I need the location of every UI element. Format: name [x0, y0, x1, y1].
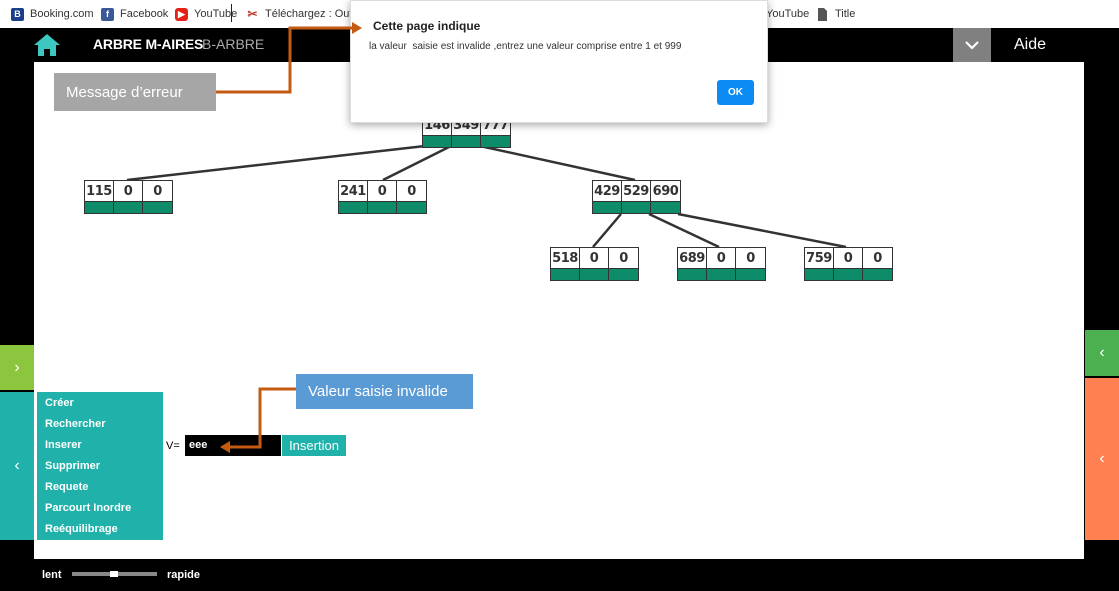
key-value: 529: [622, 181, 650, 202]
callout-invalid-value: Valeur saisie invalide: [296, 374, 473, 409]
key-value: 518: [551, 248, 579, 269]
node-key: 0: [397, 181, 426, 213]
speed-slider-thumb[interactable]: [110, 571, 118, 577]
dialog-message: la valeur saisie est invalide ,entrez un…: [369, 41, 682, 52]
speed-slow-label: lent: [42, 569, 62, 581]
menu-item-requete[interactable]: Requete: [45, 481, 88, 493]
key-value: 0: [143, 181, 172, 202]
edge-child3-leaf3: [677, 212, 847, 249]
key-value: 0: [114, 181, 142, 202]
node-key: 429: [593, 181, 622, 213]
menu-item-inserer[interactable]: Inserer: [45, 439, 82, 451]
node-key: 759: [805, 248, 834, 280]
key-value: 115: [85, 181, 113, 202]
menu-item-reequilibrage[interactable]: Reéquilibrage: [45, 523, 118, 535]
node-key: 0: [368, 181, 397, 213]
menu-item-supprimer[interactable]: Supprimer: [45, 460, 100, 472]
node-key: 0: [863, 248, 892, 280]
key-value: 0: [580, 248, 608, 269]
node-key: 0: [609, 248, 638, 280]
key-value: 0: [736, 248, 765, 269]
tree-node-level1-c[interactable]: 429 529 690: [592, 180, 681, 214]
node-key: 0: [834, 248, 863, 280]
node-key: 0: [707, 248, 736, 280]
dialog-title: Cette page indique: [373, 19, 481, 33]
node-key: 0: [143, 181, 172, 213]
node-key: 0: [114, 181, 143, 213]
menu-item-parcourt-inordre[interactable]: Parcourt Inordre: [45, 502, 131, 514]
key-value: 690: [651, 181, 680, 202]
node-key: 689: [678, 248, 707, 280]
edge-root-child3: [479, 144, 636, 182]
node-key: 518: [551, 248, 580, 280]
key-value: 0: [863, 248, 892, 269]
value-input[interactable]: eee: [185, 435, 281, 456]
menu-item-rechercher[interactable]: Rechercher: [45, 418, 106, 430]
operations-menu: Créer Rechercher Inserer Supprimer Reque…: [37, 392, 163, 540]
edge-root-child2: [382, 144, 452, 182]
key-value: 0: [609, 248, 638, 269]
node-key: 0: [736, 248, 765, 280]
alert-dialog: Cette page indique la valeur saisie est …: [350, 0, 768, 123]
insertion-button[interactable]: Insertion: [282, 435, 346, 456]
dialog-ok-button[interactable]: OK: [717, 80, 754, 105]
tree-node-level1-b[interactable]: 241 0 0: [338, 180, 427, 214]
node-key: 0: [580, 248, 609, 280]
speed-bar: lent rapide: [0, 559, 1119, 591]
edge-child3-leaf1: [592, 213, 622, 248]
node-key: 115: [85, 181, 114, 213]
menu-item-creer[interactable]: Créer: [45, 397, 74, 409]
tree-node-level2-a[interactable]: 518 0 0: [550, 247, 639, 281]
key-value: 429: [593, 181, 621, 202]
key-value: 0: [707, 248, 735, 269]
node-key: 241: [339, 181, 368, 213]
edge-root-child1: [126, 144, 426, 182]
key-value: 689: [678, 248, 706, 269]
key-value: 0: [368, 181, 396, 202]
key-value: 0: [834, 248, 862, 269]
callout-error-message: Message d’erreur: [54, 73, 216, 111]
tree-node-level2-c[interactable]: 759 0 0: [804, 247, 893, 281]
node-key: 690: [651, 181, 680, 213]
tree-node-level2-b[interactable]: 689 0 0: [677, 247, 766, 281]
key-value: 759: [805, 248, 833, 269]
speed-slider[interactable]: [72, 571, 157, 577]
speed-fast-label: rapide: [167, 569, 201, 581]
key-value: 0: [397, 181, 426, 202]
node-key: 529: [622, 181, 651, 213]
value-label: V=: [166, 440, 180, 452]
tree-node-level1-a[interactable]: 115 0 0: [84, 180, 173, 214]
key-value: 241: [339, 181, 367, 202]
